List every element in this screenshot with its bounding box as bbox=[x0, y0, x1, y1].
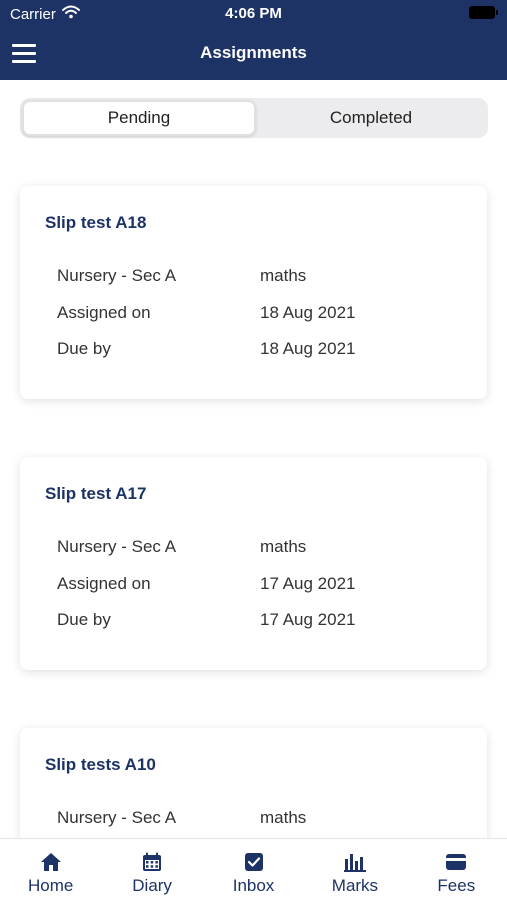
tab-inbox-label: Inbox bbox=[232, 876, 275, 895]
status-segmented-control: Pending Completed bbox=[20, 98, 488, 138]
assignment-title: Slip test A18 bbox=[45, 213, 147, 232]
assignments-screen: Carrier 4:06 PM Assignments Pending Comp… bbox=[0, 0, 507, 900]
tab-fees-label: Fees bbox=[437, 876, 476, 895]
assigned-date: 18 Aug 2021 bbox=[260, 303, 356, 322]
nav-bar: Assignments bbox=[0, 30, 507, 76]
page-title: Assignments bbox=[200, 43, 307, 62]
calendar-icon bbox=[140, 851, 164, 873]
tab-inbox[interactable]: Inbox bbox=[203, 839, 304, 900]
app-header: Carrier 4:06 PM Assignments bbox=[0, 0, 507, 80]
tab-marks-label: Marks bbox=[331, 876, 379, 895]
battery-icon bbox=[469, 6, 498, 19]
assignment-card[interactable]: Slip tests A10 Nursery - Sec A maths bbox=[20, 728, 487, 838]
assignment-title: Slip test A17 bbox=[45, 484, 147, 503]
status-time: 4:06 PM bbox=[225, 5, 282, 22]
assignment-card[interactable]: Slip test A18 Nursery - Sec A maths Assi… bbox=[20, 186, 487, 399]
segment-pending[interactable]: Pending bbox=[22, 100, 256, 136]
assignment-card[interactable]: Slip test A17 Nursery - Sec A maths Assi… bbox=[20, 457, 487, 670]
due-label: Due by bbox=[57, 339, 111, 358]
tab-diary[interactable]: Diary bbox=[101, 839, 202, 900]
class-value: Nursery - Sec A bbox=[57, 537, 177, 556]
due-date: 18 Aug 2021 bbox=[260, 339, 356, 358]
bar-chart-icon bbox=[343, 851, 367, 873]
tab-fees[interactable]: Fees bbox=[406, 839, 507, 900]
home-icon bbox=[39, 851, 63, 873]
checkbox-icon bbox=[242, 851, 266, 873]
segment-completed[interactable]: Completed bbox=[256, 100, 486, 136]
assigned-date: 17 Aug 2021 bbox=[260, 574, 356, 593]
assignment-list[interactable]: Slip test A18 Nursery - Sec A maths Assi… bbox=[0, 150, 507, 838]
subject-value: maths bbox=[260, 266, 307, 285]
tab-diary-label: Diary bbox=[132, 876, 172, 895]
class-value: Nursery - Sec A bbox=[57, 808, 177, 827]
status-bar: Carrier 4:06 PM bbox=[0, 0, 507, 28]
tab-home-label: Home bbox=[28, 876, 74, 895]
assigned-label: Assigned on bbox=[57, 303, 151, 322]
bottom-tab-bar: Home Diary Inbox Marks Fees bbox=[0, 838, 507, 900]
class-value: Nursery - Sec A bbox=[57, 266, 177, 285]
due-date: 17 Aug 2021 bbox=[260, 610, 356, 629]
subject-value: maths bbox=[260, 537, 307, 556]
assigned-label: Assigned on bbox=[57, 574, 151, 593]
subject-value: maths bbox=[260, 808, 307, 827]
tab-home[interactable]: Home bbox=[0, 839, 101, 900]
due-label: Due by bbox=[57, 610, 111, 629]
credit-card-icon bbox=[444, 851, 468, 873]
assignment-title: Slip tests A10 bbox=[45, 755, 156, 774]
tab-marks[interactable]: Marks bbox=[304, 839, 405, 900]
